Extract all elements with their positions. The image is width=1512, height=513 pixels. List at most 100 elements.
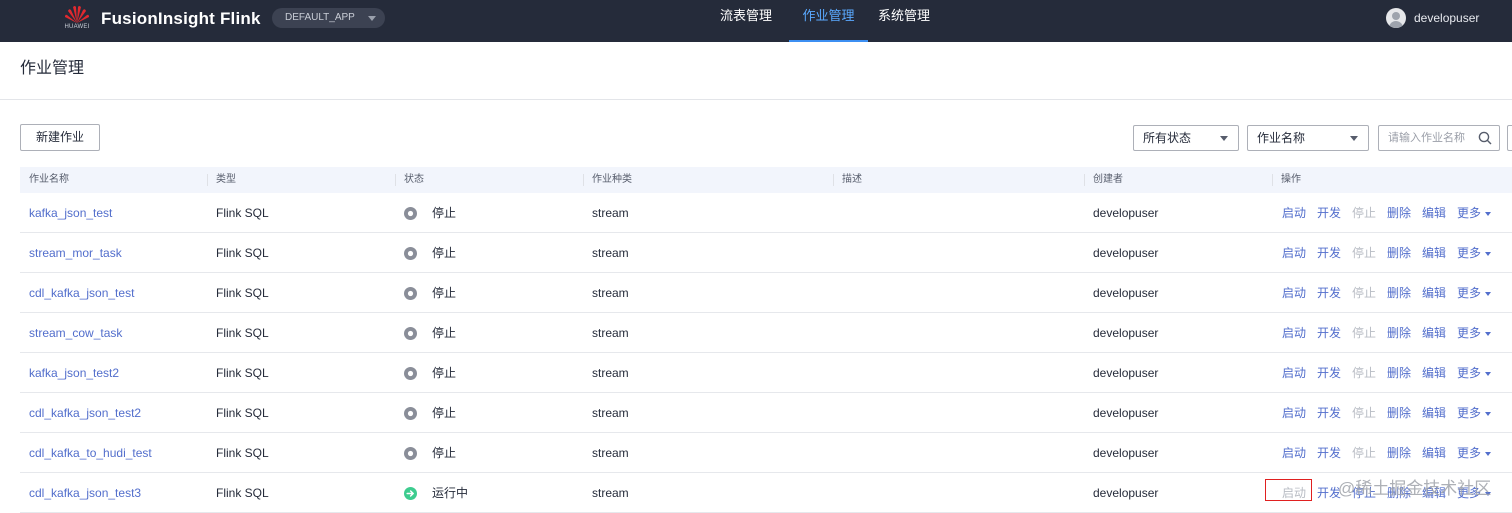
job-name-link[interactable]: stream_mor_task (29, 233, 122, 273)
edit-button[interactable]: 编辑 (1422, 393, 1446, 433)
stop-button[interactable]: 停止 (1352, 433, 1376, 473)
new-job-button[interactable]: 新建作业 (20, 124, 100, 151)
action-label: 更多 (1457, 446, 1482, 460)
stop-button[interactable]: 停止 (1352, 353, 1376, 393)
nav-job-management[interactable]: 作业管理 (789, 0, 868, 42)
divider (0, 99, 1512, 100)
nav-system-management[interactable]: 系统管理 (874, 0, 934, 42)
settings-button[interactable] (1507, 125, 1512, 151)
develop-button[interactable]: 开发 (1317, 193, 1341, 233)
column-divider (395, 174, 396, 186)
search-icon[interactable] (1478, 131, 1492, 145)
product-brand: FusionInsight Flink (101, 9, 261, 28)
header-description[interactable]: 描述 (842, 167, 862, 193)
header-job-name[interactable]: 作业名称 (29, 167, 69, 193)
start-button[interactable]: 启动 (1282, 433, 1306, 473)
search-input[interactable] (1379, 126, 1477, 150)
chevron-down-icon (1485, 452, 1492, 456)
edit-button[interactable]: 编辑 (1422, 353, 1446, 393)
delete-button[interactable]: 删除 (1387, 233, 1411, 273)
edit-button[interactable]: 编辑 (1422, 433, 1446, 473)
develop-button[interactable]: 开发 (1317, 313, 1341, 353)
action-label: 启动 (1282, 246, 1307, 260)
job-name-link[interactable]: kafka_json_test2 (29, 353, 119, 393)
job-name-link[interactable]: cdl_kafka_json_test2 (29, 393, 141, 433)
start-button[interactable]: 启动 (1282, 233, 1306, 273)
delete-button[interactable]: 删除 (1387, 433, 1411, 473)
stopped-icon (404, 447, 417, 460)
more-button[interactable]: 更多 (1457, 393, 1492, 433)
action-label: 启动 (1282, 486, 1307, 500)
action-label: 停止 (1352, 286, 1377, 300)
table-row: cdl_kafka_json_test Flink SQL 停止 stream deve… (20, 273, 1512, 313)
avatar (1386, 8, 1406, 28)
action-label: 停止 (1352, 326, 1377, 340)
develop-button[interactable]: 开发 (1317, 393, 1341, 433)
huawei-logo-text: HUAWEI (64, 24, 90, 30)
job-type: Flink SQL (216, 446, 269, 460)
job-name-link[interactable]: kafka_json_test (29, 193, 112, 233)
delete-button[interactable]: 删除 (1387, 393, 1411, 433)
delete-button[interactable]: 删除 (1387, 193, 1411, 233)
job-creator: developuser (1093, 286, 1159, 300)
stop-button[interactable]: 停止 (1352, 273, 1376, 313)
start-button[interactable]: 启动 (1282, 193, 1306, 233)
job-type: Flink SQL (216, 246, 269, 260)
job-name-link[interactable]: cdl_kafka_json_test3 (29, 473, 141, 513)
running-icon (404, 487, 417, 500)
action-label: 开发 (1317, 326, 1342, 340)
develop-button[interactable]: 开发 (1317, 433, 1341, 473)
header-creator[interactable]: 创建者 (1093, 167, 1123, 193)
header-job-kind[interactable]: 作业种类 (592, 167, 632, 193)
start-button[interactable]: 启动 (1282, 353, 1306, 393)
edit-button[interactable]: 编辑 (1422, 273, 1446, 313)
column-divider (1084, 174, 1085, 186)
job-name-link[interactable]: cdl_kafka_json_test (29, 273, 134, 313)
more-button[interactable]: 更多 (1457, 193, 1492, 233)
action-label: 停止 (1352, 406, 1377, 420)
edit-button[interactable]: 编辑 (1422, 313, 1446, 353)
edit-button[interactable]: 编辑 (1422, 233, 1446, 273)
chevron-down-icon (1220, 136, 1228, 141)
header-type[interactable]: 类型 (216, 167, 236, 193)
field-filter-value: 作业名称 (1257, 131, 1306, 145)
header-status[interactable]: 状态 (404, 167, 424, 193)
stop-button[interactable]: 停止 (1352, 393, 1376, 433)
edit-button[interactable]: 编辑 (1422, 193, 1446, 233)
delete-button[interactable]: 删除 (1387, 353, 1411, 393)
develop-button[interactable]: 开发 (1317, 353, 1341, 393)
field-filter-select[interactable]: 作业名称 (1247, 125, 1369, 151)
delete-button[interactable]: 删除 (1387, 313, 1411, 353)
stop-button[interactable]: 停止 (1352, 313, 1376, 353)
action-label: 删除 (1387, 406, 1412, 420)
job-type: Flink SQL (216, 286, 269, 300)
action-label: 编辑 (1422, 326, 1447, 340)
start-button[interactable]: 启动 (1282, 473, 1306, 513)
stop-button[interactable]: 停止 (1352, 193, 1376, 233)
more-button[interactable]: 更多 (1457, 313, 1492, 353)
start-button[interactable]: 启动 (1282, 393, 1306, 433)
app-selector[interactable]: DEFAULT_APP (272, 8, 385, 28)
job-type: Flink SQL (216, 406, 269, 420)
start-button[interactable]: 启动 (1282, 313, 1306, 353)
job-name-link[interactable]: stream_cow_task (29, 313, 122, 353)
watermark: @稀土掘金技术社区 (1338, 479, 1492, 498)
more-button[interactable]: 更多 (1457, 433, 1492, 473)
more-button[interactable]: 更多 (1457, 273, 1492, 313)
more-button[interactable]: 更多 (1457, 353, 1492, 393)
job-name-link[interactable]: cdl_kafka_to_hudi_test (29, 433, 152, 473)
develop-button[interactable]: 开发 (1317, 233, 1341, 273)
action-label: 编辑 (1422, 286, 1447, 300)
job-kind: stream (592, 486, 629, 500)
action-label: 编辑 (1422, 206, 1447, 220)
username: developuser (1414, 11, 1480, 25)
start-button[interactable]: 启动 (1282, 273, 1306, 313)
delete-button[interactable]: 删除 (1387, 273, 1411, 313)
more-button[interactable]: 更多 (1457, 233, 1492, 273)
column-divider (833, 174, 834, 186)
status-filter-select[interactable]: 所有状态 (1133, 125, 1239, 151)
action-label: 启动 (1282, 406, 1307, 420)
nav-stream-table[interactable]: 流表管理 (708, 0, 784, 42)
develop-button[interactable]: 开发 (1317, 273, 1341, 313)
stop-button[interactable]: 停止 (1352, 233, 1376, 273)
